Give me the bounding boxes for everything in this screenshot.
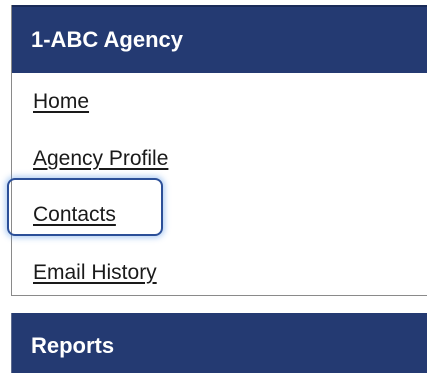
agency-panel-title: 1-ABC Agency — [31, 27, 183, 52]
nav-link-contacts[interactable]: Contacts — [33, 203, 116, 227]
page: 1-ABC Agency Home Agency Profile Contact… — [0, 0, 427, 373]
reports-panel-header[interactable]: Reports — [11, 313, 427, 373]
reports-panel-title: Reports — [31, 333, 115, 358]
agency-nav-panel: 1-ABC Agency Home Agency Profile Contact… — [11, 5, 427, 296]
agency-panel-header: 1-ABC Agency — [12, 5, 427, 73]
nav-link-email-history[interactable]: Email History — [33, 261, 157, 285]
nav-link-agency-profile[interactable]: Agency Profile — [33, 147, 168, 171]
nav-link-home[interactable]: Home — [33, 90, 89, 114]
